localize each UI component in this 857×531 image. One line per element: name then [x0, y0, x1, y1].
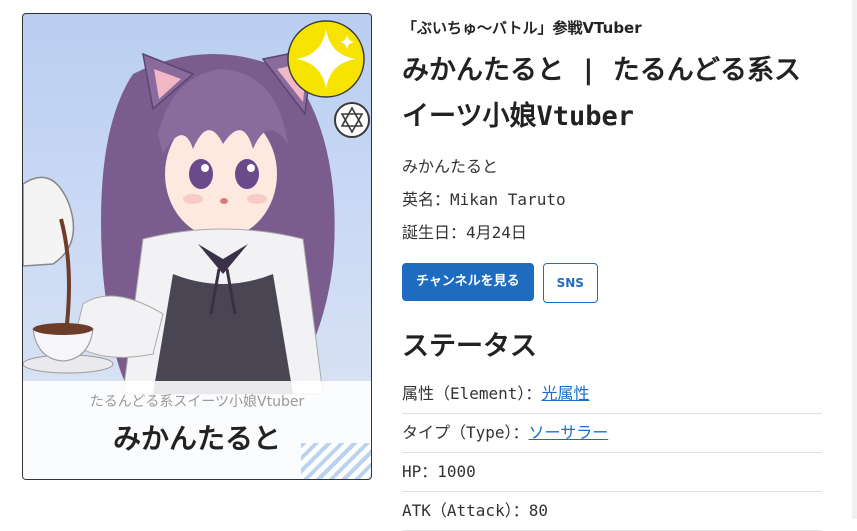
light-sparkle-icon [287, 20, 365, 98]
profile-section: 「ぶいちゅ〜バトル」参戦VTuber みかんたると | たるんどる系スイーツ小娘… [402, 14, 822, 531]
stat-hp-row: HP：1000 [402, 453, 822, 492]
stat-type-row: タイプ（Type）：ソーサラー [402, 414, 822, 453]
stat-element-link[interactable]: 光属性 [541, 384, 589, 403]
channel-button[interactable]: チャンネルを見る [402, 263, 534, 301]
card-subtitle: たるんどる系スイーツ小娘Vtuber [89, 394, 305, 410]
page-title: みかんたると | たるんどる系スイーツ小娘Vtuber [402, 55, 801, 132]
profile-birthday: 誕生日：4月24日 [402, 223, 527, 242]
stat-type-link[interactable]: ソーサラー [529, 423, 609, 442]
stat-element-label: 属性（Element）： [402, 384, 542, 403]
profile-eyebrow: 「ぶいちゅ〜バトル」参戦VTuber [402, 19, 642, 37]
status-heading: ステータス [402, 331, 537, 362]
profile-name: みかんたると [402, 157, 499, 176]
profile-english-name: 英名：Mikan Taruto [402, 190, 566, 209]
character-card: たるんどる系スイーツ小娘Vtuber みかんたると [22, 13, 372, 480]
hexagram-icon [334, 102, 370, 138]
card-nameplate: たるんどる系スイーツ小娘Vtuber みかんたると [23, 381, 371, 479]
profile-buttons: チャンネルを見る SNS [402, 263, 822, 303]
teapot-illustration [23, 176, 75, 325]
sns-button[interactable]: SNS [542, 263, 598, 303]
decorative-stripes [301, 443, 371, 479]
stat-element-row: 属性（Element）：光属性 [402, 375, 822, 414]
stat-type-label: タイプ（Type）： [402, 423, 529, 442]
page-scrollbar[interactable] [852, 0, 857, 519]
stat-atk-row: ATK（Attack）：80 [402, 492, 822, 531]
